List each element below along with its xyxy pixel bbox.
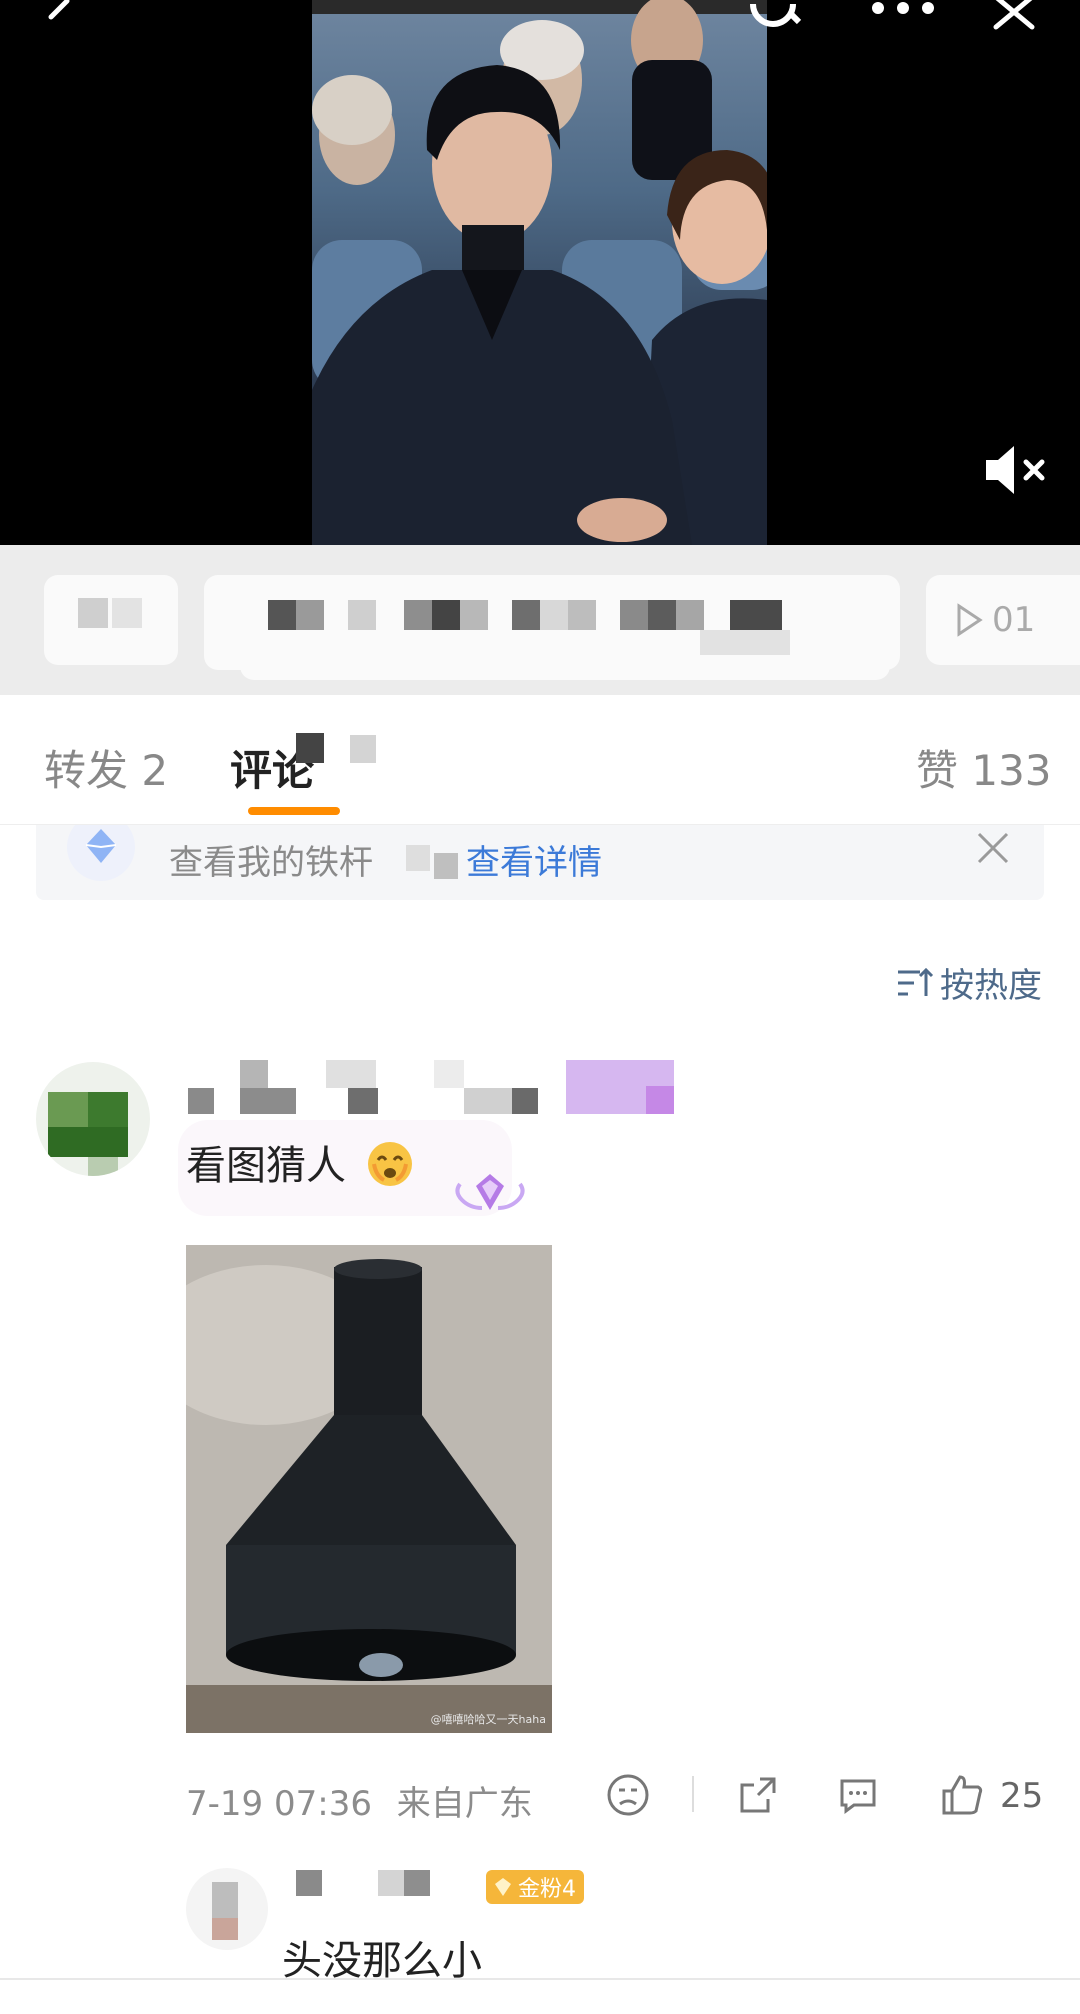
strip-pill-left[interactable] xyxy=(44,575,178,665)
tab-bar: 转发 2 评论 赞 133 xyxy=(0,695,1080,825)
tab-repost[interactable]: 转发 2 xyxy=(44,737,168,798)
pixel-block xyxy=(296,1870,322,1896)
pixel-block xyxy=(48,1092,88,1127)
close-icon[interactable] xyxy=(980,0,1050,40)
comment-meta: 7-19 07:36 来自广东 xyxy=(186,1776,533,1825)
pixel-block xyxy=(730,600,782,630)
pixel-block xyxy=(350,735,376,763)
diamond-icon xyxy=(495,1878,511,1896)
pixel-block xyxy=(464,1088,512,1114)
reply-avatar[interactable] xyxy=(186,1868,268,1950)
action-divider xyxy=(692,1776,694,1812)
close-banner-icon[interactable] xyxy=(976,831,1010,865)
purple-diamond-badge-icon xyxy=(455,1174,525,1210)
pixel-block xyxy=(112,598,142,628)
video-scene xyxy=(312,0,767,545)
pixel-block xyxy=(348,600,376,630)
search-icon[interactable] xyxy=(740,0,810,40)
more-icon[interactable] xyxy=(868,0,938,40)
like-icon[interactable] xyxy=(940,1770,984,1820)
pixel-block xyxy=(434,853,458,879)
pixel-block xyxy=(88,1157,118,1176)
comment-like-count: 25 xyxy=(1000,1776,1044,1816)
pixel-block xyxy=(212,1882,238,1918)
pixel-block xyxy=(188,1088,214,1114)
pixel-block xyxy=(88,1092,128,1127)
pixel-block xyxy=(512,1088,538,1114)
pixel-block xyxy=(48,1127,128,1157)
comment-image[interactable]: @嘻嘻哈哈又一天haha xyxy=(186,1245,552,1733)
video-frame[interactable] xyxy=(312,0,767,545)
pixel-block xyxy=(404,600,432,630)
banner-link[interactable]: 查看详情 xyxy=(466,835,602,884)
pixel-block xyxy=(700,630,790,655)
commenter-avatar[interactable] xyxy=(36,1062,150,1176)
pixel-block xyxy=(434,1060,464,1088)
pixel-block xyxy=(568,600,596,630)
back-icon[interactable] xyxy=(24,0,94,40)
pixel-block xyxy=(406,845,430,871)
gold-fan-badge: 金粉4 xyxy=(486,1870,584,1904)
comment-time: 7-19 07:36 xyxy=(186,1784,372,1824)
pixel-block xyxy=(212,1918,238,1940)
pixel-block xyxy=(540,600,568,630)
sort-button[interactable]: 按热度 xyxy=(896,958,1042,1007)
pixel-block xyxy=(326,1060,376,1088)
share-icon[interactable] xyxy=(736,1770,780,1820)
video-duration-pill[interactable]: 01 xyxy=(926,575,1080,665)
pixel-block xyxy=(404,1870,430,1896)
pixel-block xyxy=(78,598,108,628)
pixel-block xyxy=(512,600,540,630)
pixel-block xyxy=(620,600,648,630)
video-duration-text: 01 xyxy=(992,600,1036,640)
banner-text: 查看我的铁杆 xyxy=(169,843,373,883)
sort-icon xyxy=(898,967,934,996)
pixel-block xyxy=(268,600,296,630)
pixel-block xyxy=(296,733,324,763)
pixel-block xyxy=(648,600,676,630)
pixel-block xyxy=(676,600,704,630)
pixel-block xyxy=(240,1060,268,1088)
play-icon xyxy=(957,603,983,637)
lampshade-picture xyxy=(186,1245,552,1733)
dislike-emoji-icon[interactable] xyxy=(606,1770,650,1820)
pixel-block xyxy=(646,1086,674,1114)
comment-location: 来自广东 xyxy=(396,1784,533,1824)
tab-likes[interactable]: 赞 133 xyxy=(916,737,1052,798)
video-player[interactable] xyxy=(0,0,1080,545)
mute-icon[interactable] xyxy=(980,440,1050,500)
tab-active-indicator xyxy=(248,807,340,815)
strip-pill-shadow xyxy=(240,650,890,680)
image-watermark: @嘻嘻哈哈又一天haha xyxy=(430,1713,546,1726)
badge-label: 金粉4 xyxy=(518,1877,576,1902)
pixel-block xyxy=(432,600,460,630)
pixel-block xyxy=(460,600,488,630)
pixel-block xyxy=(296,600,324,630)
pixel-block xyxy=(378,1870,404,1896)
weibo-post-page: 01 转发 2 评论 赞 133 查看我的铁杆 查看详情 按热度 看图猜人 @嘻… xyxy=(0,0,1080,2014)
emoji-icon xyxy=(368,1142,412,1186)
comment-text: 看图猜人 xyxy=(186,1143,346,1189)
comment-icon[interactable] xyxy=(836,1770,880,1820)
fan-banner[interactable]: 查看我的铁杆 查看详情 xyxy=(36,825,1044,900)
pixel-block xyxy=(240,1088,296,1114)
diamond-icon xyxy=(67,825,135,881)
divider xyxy=(0,1978,1080,1980)
sort-label: 按热度 xyxy=(940,966,1042,1006)
pixel-block xyxy=(348,1088,378,1114)
